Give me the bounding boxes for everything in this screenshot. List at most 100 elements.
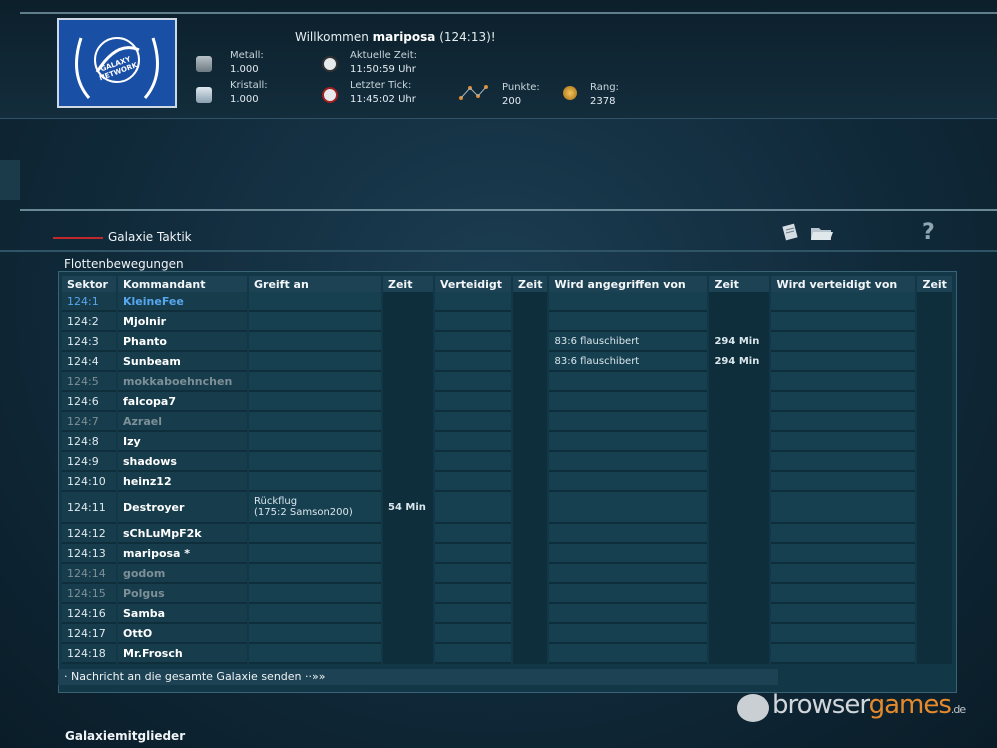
- commander-link[interactable]: Sunbeam: [118, 352, 247, 372]
- defends-time-cell: [513, 332, 548, 352]
- attacked-by-cell: [549, 564, 708, 584]
- attacks-cell: [249, 392, 381, 412]
- table-row: 124:4 Sunbeam 83:6 flauschibert 294 Min: [62, 352, 952, 372]
- commander-link[interactable]: mokkaboehnchen: [118, 372, 247, 392]
- last-tick-value: 11:45:02 Uhr: [350, 94, 416, 105]
- attacked-time-cell: [709, 544, 770, 564]
- commander-link[interactable]: Samba: [118, 604, 247, 624]
- attacks-cell: Rückflug (175:2 Samson200): [249, 492, 381, 524]
- commander-link[interactable]: KleineFee: [118, 292, 247, 312]
- sector-cell: 124:8: [62, 432, 116, 452]
- table-row: 124:3 Phanto 83:6 flauschibert 294 Min: [62, 332, 952, 352]
- defends-cell: [435, 292, 511, 312]
- sector-cell: 124:14: [62, 564, 116, 584]
- sector-cell: 124:5: [62, 372, 116, 392]
- commander-link[interactable]: Polgus: [118, 584, 247, 604]
- sector-cell: 124:17: [62, 624, 116, 644]
- defended-time-cell: [917, 352, 952, 372]
- table-row: 124:8 Izy: [62, 432, 952, 452]
- header-top-line: [20, 12, 997, 14]
- table-row: 124:15 Polgus: [62, 584, 952, 604]
- table-row: 124:2 Mjolnir: [62, 312, 952, 332]
- col-defended-time: Zeit: [917, 276, 952, 292]
- send-galaxy-message-link[interactable]: · Nachricht an die gesamte Galaxie sende…: [58, 669, 778, 685]
- defended-by-cell: [771, 604, 916, 624]
- sector-cell: 124:12: [62, 524, 116, 544]
- defended-time-cell: [917, 412, 952, 432]
- sector-cell: 124:13: [62, 544, 116, 564]
- defends-time-cell: [513, 352, 548, 372]
- user-coords: (124:13)!: [439, 30, 496, 44]
- sector-cell: 124:10: [62, 472, 116, 492]
- rank-value: 2378: [590, 96, 616, 107]
- defends-cell: [435, 644, 511, 664]
- defends-time-cell: [513, 644, 548, 664]
- fleet-movements-panel: Sektor Kommandant Greift an Zeit Verteid…: [58, 271, 957, 693]
- defends-cell: [435, 452, 511, 472]
- defended-by-cell: [771, 312, 916, 332]
- attacked-time-cell: [709, 604, 770, 624]
- commander-link[interactable]: godom: [118, 564, 247, 584]
- galaxy-members-title: Galaxiemitglieder: [65, 729, 186, 743]
- sector-cell: 124:9: [62, 452, 116, 472]
- defends-cell: [435, 352, 511, 372]
- folder-icon[interactable]: [809, 222, 835, 242]
- tick-clock-icon: [322, 87, 338, 103]
- commander-link[interactable]: Phanto: [118, 332, 247, 352]
- defends-cell: [435, 372, 511, 392]
- col-attacks-time: Zeit: [383, 276, 433, 292]
- defends-time-cell: [513, 372, 548, 392]
- attacked-by-cell: [549, 624, 708, 644]
- defends-cell: [435, 392, 511, 412]
- attacks-cell: [249, 604, 381, 624]
- defended-time-cell: [917, 544, 952, 564]
- defends-cell: [435, 564, 511, 584]
- defended-time-cell: [917, 492, 952, 524]
- sector-cell: 124:7: [62, 412, 116, 432]
- defended-by-cell: [771, 372, 916, 392]
- defends-time-cell: [513, 412, 548, 432]
- commander-link[interactable]: falcopa7: [118, 392, 247, 412]
- help-icon[interactable]: ?: [922, 220, 935, 245]
- col-defends: Verteidigt: [435, 276, 511, 292]
- defended-time-cell: [917, 312, 952, 332]
- commander-link[interactable]: Mjolnir: [118, 312, 247, 332]
- attacked-by-cell: [549, 524, 708, 544]
- table-row: 124:1 KleineFee: [62, 292, 952, 312]
- attacks-time-cell: [383, 624, 433, 644]
- commander-link[interactable]: shadows: [118, 452, 247, 472]
- welcome-message: Willkommen mariposa (124:13)!: [295, 30, 496, 44]
- current-time-value: 11:50:59 Uhr: [350, 64, 416, 75]
- defended-time-cell: [917, 604, 952, 624]
- side-decoration: [0, 160, 20, 200]
- commander-link[interactable]: Azrael: [118, 412, 247, 432]
- edit-note-icon[interactable]: [780, 222, 802, 242]
- attacks-time-cell: [383, 584, 433, 604]
- commander-link[interactable]: Mr.Frosch: [118, 644, 247, 664]
- last-tick: Letzter Tick: 11:45:02 Uhr: [350, 79, 416, 107]
- table-row: 124:17 OttO: [62, 624, 952, 644]
- commander-link[interactable]: OttO: [118, 624, 247, 644]
- watermark-tld: .de: [950, 703, 966, 716]
- attacked-time-cell: [709, 584, 770, 604]
- metal-resource: Metall: 1.000: [230, 49, 264, 77]
- commander-link[interactable]: sChLuMpF2k: [118, 524, 247, 544]
- commander-link[interactable]: Izy: [118, 432, 247, 452]
- watermark-part2: games: [868, 690, 952, 720]
- username: mariposa: [372, 30, 436, 44]
- attacked-by-cell: [549, 544, 708, 564]
- defended-time-cell: [917, 292, 952, 312]
- attacks-time-cell: [383, 412, 433, 432]
- attacks-time-cell: [383, 312, 433, 332]
- table-row: 124:7 Azrael: [62, 412, 952, 432]
- panel-border: [0, 250, 997, 252]
- attacks-cell: [249, 524, 381, 544]
- sector-cell: 124:16: [62, 604, 116, 624]
- commander-link[interactable]: mariposa *: [118, 544, 247, 564]
- commander-link[interactable]: Destroyer: [118, 492, 247, 524]
- defends-time-cell: [513, 524, 548, 544]
- col-defends-time: Zeit: [513, 276, 548, 292]
- commander-link[interactable]: heinz12: [118, 472, 247, 492]
- galaxy-network-logo: GALAXY NETWORK: [57, 18, 177, 108]
- sector-cell: 124:11: [62, 492, 116, 524]
